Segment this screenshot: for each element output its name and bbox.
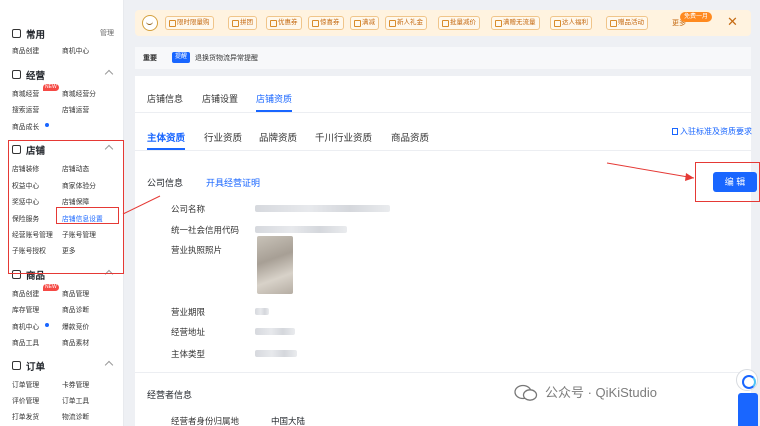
arrow-line — [122, 195, 161, 215]
annotation-arrows — [122, 162, 695, 215]
arrow-head — [685, 173, 694, 181]
chat-float-button[interactable] — [738, 393, 758, 426]
watermark-text: 公众号 · QiKiStudio — [545, 385, 657, 400]
arrow-line — [606, 162, 695, 179]
assistant-float-icon[interactable] — [736, 369, 758, 391]
wechat-icon — [514, 384, 538, 401]
